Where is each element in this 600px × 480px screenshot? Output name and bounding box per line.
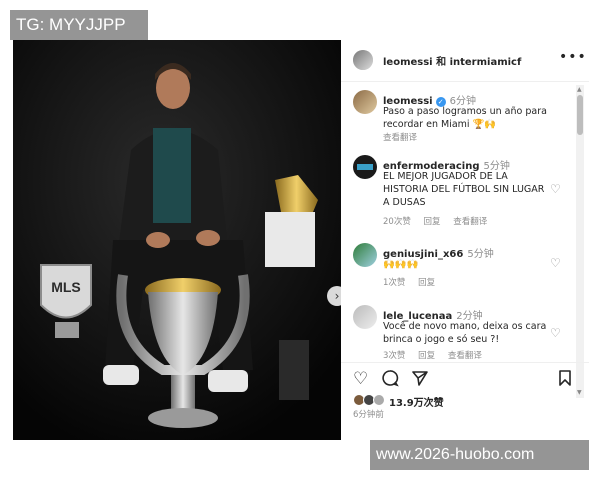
reply-button[interactable]: 回复 <box>418 351 435 361</box>
comment-avatar[interactable] <box>353 243 377 267</box>
share-icon[interactable] <box>411 369 429 392</box>
action-bar: ♡ <box>341 362 589 390</box>
scroll-up-icon[interactable]: ▲ <box>577 86 582 93</box>
post-photo[interactable]: MLS › <box>13 40 341 440</box>
caption-avatar[interactable] <box>353 90 377 114</box>
heart-icon[interactable]: ♡ <box>550 326 561 340</box>
comment-icon[interactable] <box>381 369 399 392</box>
next-image-button[interactable]: › <box>327 286 341 306</box>
post-panel: leomessi 和 intermiamicf ••• leomessi ✓ 6分钟… <box>341 40 589 440</box>
caption-translate-link[interactable]: 查看翻译 <box>383 133 417 143</box>
comment-item: enfermoderacing 5分钟 EL MEJOR JUGADOR DE L… <box>341 155 581 235</box>
caption-text: Paso a paso logramos un año para recorda… <box>383 106 547 130</box>
photo-illustration: MLS <box>13 40 341 440</box>
comments-scrollbar[interactable]: ▲ ▼ <box>576 85 584 398</box>
comment-likes[interactable]: 1次赞 <box>383 278 405 288</box>
comment-avatar[interactable] <box>353 305 377 329</box>
comment-text: EL MEJOR JUGADOR DE LA HISTORIA DEL FÚTB… <box>383 171 545 208</box>
more-horizontal-icon[interactable]: ••• <box>559 49 587 65</box>
comments-list: leomessi ✓ 6分钟 Paso a paso logramos un año… <box>341 85 581 398</box>
heart-icon[interactable]: ♡ <box>550 182 561 196</box>
reply-button[interactable]: 回复 <box>418 278 435 288</box>
comment-text: Você de novo mano, deixa os cara brinca … <box>383 321 547 345</box>
comment-likes[interactable]: 20次赞 <box>383 217 411 227</box>
comment-translate-link[interactable]: 查看翻译 <box>453 217 487 227</box>
comment-text: 🙌🙌🙌 <box>383 259 419 270</box>
like-summary: 13.9万次赞 <box>353 392 583 409</box>
comment-likes[interactable]: 3次赞 <box>383 351 405 361</box>
header-avatar[interactable] <box>353 50 373 70</box>
comment-avatar[interactable] <box>353 155 377 179</box>
mls-logo-text: MLS <box>51 279 81 295</box>
reply-button[interactable]: 回复 <box>424 217 441 227</box>
watermark-top-left: TG: MYYJJPP <box>10 10 148 40</box>
bookmark-icon[interactable] <box>557 369 573 392</box>
heart-icon[interactable]: ♡ <box>550 256 561 270</box>
post-authors[interactable]: leomessi 和 intermiamicf <box>383 53 521 68</box>
comment-item: geniusjini_x66 5分钟 🙌🙌🙌 ♡ 1次赞 回复 <box>341 243 581 295</box>
scrollbar-thumb[interactable] <box>577 95 583 135</box>
like-heart-icon[interactable]: ♡ <box>353 369 368 389</box>
screenshot: MLS › leomessi 和 intermiamicf ••• leomes… <box>0 0 600 480</box>
posted-time: 6分钟前 <box>353 410 384 420</box>
watermark-bottom-right: www.2026-huobo.com <box>370 440 589 470</box>
comment-translate-link[interactable]: 查看翻译 <box>448 351 482 361</box>
like-count[interactable]: 13.9万次赞 <box>389 394 444 409</box>
chevron-right-icon: › <box>334 289 340 303</box>
caption: leomessi ✓ 6分钟 Paso a paso logramos un año… <box>341 90 581 146</box>
liker-avatar <box>373 394 385 406</box>
post-header: leomessi 和 intermiamicf ••• <box>341 40 589 82</box>
